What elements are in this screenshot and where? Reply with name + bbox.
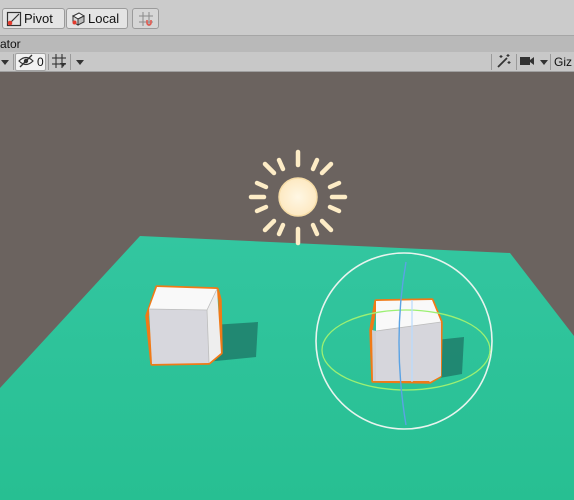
separator xyxy=(516,54,517,70)
shading-mode-dropdown[interactable] xyxy=(1,53,11,71)
separator xyxy=(550,54,551,70)
grid-options-dropdown[interactable] xyxy=(73,53,87,71)
separator xyxy=(491,54,492,70)
separator xyxy=(13,54,14,70)
selected-cube-left[interactable] xyxy=(145,285,223,366)
scene-view-toolbar: 0 Giz xyxy=(0,52,574,72)
hidden-object-count: 0 xyxy=(37,55,44,69)
gizmos-label: Giz xyxy=(554,55,572,69)
scene-visibility-toggle[interactable]: 0 xyxy=(15,53,46,71)
visibility-hidden-icon xyxy=(18,54,34,71)
local-icon xyxy=(70,11,86,27)
separator xyxy=(48,54,49,70)
dropdown-arrow-icon xyxy=(540,59,548,65)
grid-snap-button[interactable] xyxy=(132,8,159,29)
local-label: Local xyxy=(88,11,120,26)
pivot-icon xyxy=(6,11,22,27)
grid-icon xyxy=(51,53,67,72)
dropdown-arrow-icon xyxy=(76,59,84,65)
pivot-label: Pivot xyxy=(24,11,53,26)
top-toolbar: Pivot Local xyxy=(0,0,574,36)
gizmos-dropdown[interactable]: Giz xyxy=(554,53,574,71)
grid-snap-icon xyxy=(138,11,154,27)
separator xyxy=(70,54,71,70)
pivot-toggle-button[interactable]: Pivot xyxy=(2,8,65,29)
scene-viewport[interactable] xyxy=(0,72,574,500)
directional-light-icon[interactable] xyxy=(248,149,348,246)
tab-bar: ator xyxy=(0,36,574,52)
effects-icon xyxy=(496,53,512,72)
camera-icon xyxy=(519,54,535,71)
effects-toggle-button[interactable] xyxy=(494,53,514,71)
animator-tab-label[interactable]: ator xyxy=(0,37,21,51)
local-toggle-button[interactable]: Local xyxy=(66,8,128,29)
selected-cube-right[interactable] xyxy=(369,298,443,384)
dropdown-arrow-icon xyxy=(1,59,9,65)
scene-camera-dropdown[interactable] xyxy=(519,53,549,71)
